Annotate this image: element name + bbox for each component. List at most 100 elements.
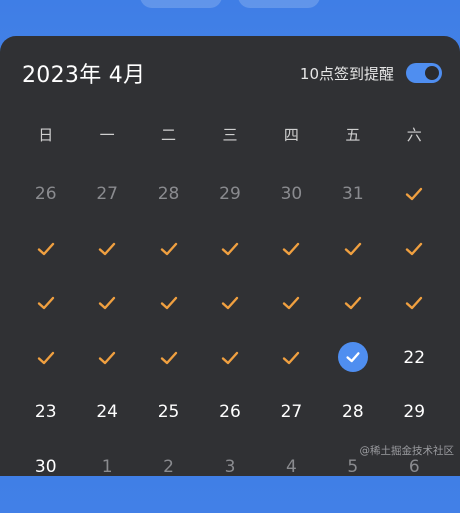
weekday-label: 五 xyxy=(322,124,383,145)
day-cell[interactable]: 26 xyxy=(199,404,260,459)
weekday-label: 六 xyxy=(384,124,445,145)
day-number: 2 xyxy=(163,459,174,476)
day-number: 23 xyxy=(35,404,57,421)
calendar-panel: 2023年 4月 10点签到提醒 日 一 二 三 四 五 六 262728293… xyxy=(0,36,460,476)
day-number: 27 xyxy=(281,404,303,421)
day-number: 26 xyxy=(219,404,241,421)
checkmark-icon xyxy=(281,293,301,313)
day-grid: 262728293031222324252627282930123456 xyxy=(15,186,445,513)
day-cell[interactable] xyxy=(322,350,383,405)
day-number: 31 xyxy=(342,186,364,203)
day-number: 22 xyxy=(403,350,425,367)
checkmark-icon xyxy=(343,239,363,259)
day-number: 30 xyxy=(35,459,57,476)
day-cell[interactable]: 28 xyxy=(138,186,199,241)
day-cell[interactable]: 25 xyxy=(138,404,199,459)
day-cell[interactable]: 3 xyxy=(199,459,260,513)
checkmark-icon xyxy=(97,348,117,368)
toggle-knob xyxy=(425,66,439,80)
day-cell[interactable]: 29 xyxy=(199,186,260,241)
checkmark-icon xyxy=(97,239,117,259)
checkmark-icon xyxy=(36,239,56,259)
day-cell[interactable]: 30 xyxy=(261,186,322,241)
checkmark-icon xyxy=(343,293,363,313)
day-number: 28 xyxy=(342,404,364,421)
weekday-label: 四 xyxy=(261,124,322,145)
day-cell[interactable] xyxy=(15,350,76,405)
checkmark-icon xyxy=(281,239,301,259)
weekday-label: 日 xyxy=(15,124,76,145)
day-cell[interactable] xyxy=(384,241,445,296)
checkmark-icon xyxy=(404,293,424,313)
day-cell[interactable]: 6 xyxy=(384,459,445,513)
day-cell[interactable] xyxy=(199,241,260,296)
watermark: @稀土掘金技术社区 xyxy=(360,443,455,458)
top-tab-right[interactable] xyxy=(238,0,320,8)
day-cell[interactable] xyxy=(199,295,260,350)
weekday-label: 二 xyxy=(138,124,199,145)
day-cell[interactable] xyxy=(384,186,445,241)
weekday-label: 一 xyxy=(76,124,137,145)
day-cell[interactable]: 22 xyxy=(384,350,445,405)
day-cell[interactable] xyxy=(76,241,137,296)
day-cell[interactable]: 2 xyxy=(138,459,199,513)
day-cell[interactable]: 1 xyxy=(76,459,137,513)
day-number: 3 xyxy=(225,459,236,476)
day-cell[interactable] xyxy=(138,350,199,405)
day-cell[interactable] xyxy=(15,295,76,350)
day-cell[interactable]: 27 xyxy=(76,186,137,241)
reminder-label: 10点签到提醒 xyxy=(300,63,394,84)
checkmark-icon xyxy=(36,293,56,313)
day-number: 29 xyxy=(403,404,425,421)
day-number: 26 xyxy=(35,186,57,203)
checkmark-icon xyxy=(36,348,56,368)
day-cell[interactable] xyxy=(138,295,199,350)
day-number: 27 xyxy=(96,186,118,203)
day-cell[interactable]: 24 xyxy=(76,404,137,459)
day-number: 25 xyxy=(158,404,180,421)
day-cell[interactable]: 4 xyxy=(261,459,322,513)
day-number: 6 xyxy=(409,459,420,476)
day-cell[interactable]: 26 xyxy=(15,186,76,241)
day-number: 1 xyxy=(102,459,113,476)
checkmark-icon xyxy=(220,348,240,368)
reminder-setting: 10点签到提醒 xyxy=(300,63,442,84)
day-number: 4 xyxy=(286,459,297,476)
day-number: 5 xyxy=(347,459,358,476)
today-indicator xyxy=(338,342,368,372)
day-cell[interactable] xyxy=(76,295,137,350)
day-number: 30 xyxy=(281,186,303,203)
weekday-label: 三 xyxy=(199,124,260,145)
day-cell[interactable] xyxy=(76,350,137,405)
checkmark-icon xyxy=(344,348,362,366)
day-cell[interactable]: 23 xyxy=(15,404,76,459)
day-cell[interactable] xyxy=(261,350,322,405)
checkmark-icon xyxy=(404,239,424,259)
checkmark-icon xyxy=(159,293,179,313)
checkmark-icon xyxy=(159,348,179,368)
calendar-header: 2023年 4月 10点签到提醒 xyxy=(22,58,442,88)
day-cell[interactable]: 5 xyxy=(322,459,383,513)
checkmark-icon xyxy=(220,293,240,313)
day-number: 28 xyxy=(158,186,180,203)
day-cell[interactable]: 27 xyxy=(261,404,322,459)
day-cell[interactable] xyxy=(384,295,445,350)
day-cell[interactable]: 30 xyxy=(15,459,76,513)
day-number: 24 xyxy=(96,404,118,421)
checkmark-icon xyxy=(159,239,179,259)
day-cell[interactable] xyxy=(199,350,260,405)
day-cell[interactable]: 31 xyxy=(322,186,383,241)
day-cell[interactable] xyxy=(138,241,199,296)
day-cell[interactable] xyxy=(15,241,76,296)
checkmark-icon xyxy=(97,293,117,313)
month-title: 2023年 4月 xyxy=(22,57,145,89)
weekday-row: 日 一 二 三 四 五 六 xyxy=(15,124,445,145)
day-number: 29 xyxy=(219,186,241,203)
day-cell[interactable] xyxy=(261,241,322,296)
day-cell[interactable] xyxy=(261,295,322,350)
day-cell[interactable] xyxy=(322,241,383,296)
reminder-toggle[interactable] xyxy=(406,63,442,83)
top-tab-left[interactable] xyxy=(140,0,222,8)
checkmark-icon xyxy=(281,348,301,368)
checkmark-icon xyxy=(404,184,424,204)
